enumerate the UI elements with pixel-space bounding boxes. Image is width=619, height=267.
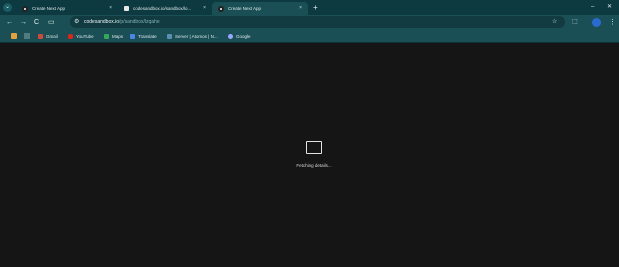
folder-icon[interactable] [11,33,17,39]
bookmark-label: Gmail [46,34,58,39]
bookmark-label: YouTube [76,34,94,39]
site-info-icon[interactable]: ⚙ [74,17,79,27]
page-content [0,43,619,267]
bookmark-label: Translate [138,34,157,39]
url-path: /p/sandbox/lzqahe [119,19,160,25]
tab-close-icon[interactable]: × [299,2,302,15]
translate-icon [130,34,135,39]
tab-strip: ⌄ Create Next App × codesandbox.io/sandb… [0,0,619,15]
minimize-button[interactable]: – [591,2,594,12]
browser-toolbar: ← → C ▭ ⚙ codesandbox.io/p/sandbox/lzqah… [0,15,619,30]
forward-button[interactable]: → [20,17,27,28]
bookmark-translate[interactable]: Translate [130,32,157,41]
bookmark-server-atomos[interactable]: Server | Atomos | N... [167,32,218,41]
reload-button[interactable]: C [34,17,39,28]
tab-title: Create Next App [32,6,66,11]
url-text[interactable]: codesandbox.io/p/sandbox/lzqahe [84,17,160,27]
apps-grid-icon[interactable] [24,33,30,39]
loading-spinner-icon [306,141,322,154]
bookmark-label: Maps [112,34,124,39]
profile-avatar[interactable] [592,18,601,27]
menu-icon[interactable]: ⋮ [609,17,616,28]
bookmark-gmail[interactable]: Gmail [38,32,58,41]
tab-close-icon[interactable]: × [109,2,112,15]
nextjs-favicon-icon [218,5,224,12]
bookmark-maps[interactable]: Maps [104,32,123,41]
close-window-button[interactable]: ✕ [607,2,612,12]
tab-search-icon[interactable]: ⌄ [3,3,12,12]
bookmark-youtube[interactable]: YouTube [68,32,94,41]
gmail-icon [38,34,43,39]
tab-create-next-app-active[interactable]: Create Next App × [212,2,308,15]
nextjs-favicon-icon [22,5,28,12]
bookmark-google[interactable]: Google [228,32,251,41]
bookmarks-bar: Gmail YouTube Maps Translate Server | At… [0,30,619,43]
bookmark-star-icon[interactable]: ☆ [552,17,557,27]
cast-icon[interactable]: ▭ [48,17,55,28]
loading-text: Fetching details... [296,163,332,168]
youtube-icon [68,34,73,39]
new-tab-button[interactable]: + [313,3,318,12]
google-icon [228,34,233,39]
back-button[interactable]: ← [6,17,13,28]
tab-close-icon[interactable]: × [203,2,206,15]
bookmark-label: Server | Atomos | N... [175,34,218,39]
url-host: codesandbox.io [84,19,120,25]
server-icon [167,34,172,39]
extensions-icon[interactable]: ⬚ [572,17,578,28]
bookmark-label: Google [236,34,251,39]
tab-title: Create Next App [228,6,262,11]
tab-codesandbox[interactable]: codesandbox.io/sandbox/lo... × [118,2,212,15]
tab-create-next-app-1[interactable]: Create Next App × [16,2,118,15]
address-bar[interactable]: ⚙ codesandbox.io/p/sandbox/lzqahe ☆ [70,16,565,28]
tab-title: codesandbox.io/sandbox/lo... [133,6,192,11]
codesandbox-favicon-icon [124,6,129,11]
maps-icon [104,34,109,39]
